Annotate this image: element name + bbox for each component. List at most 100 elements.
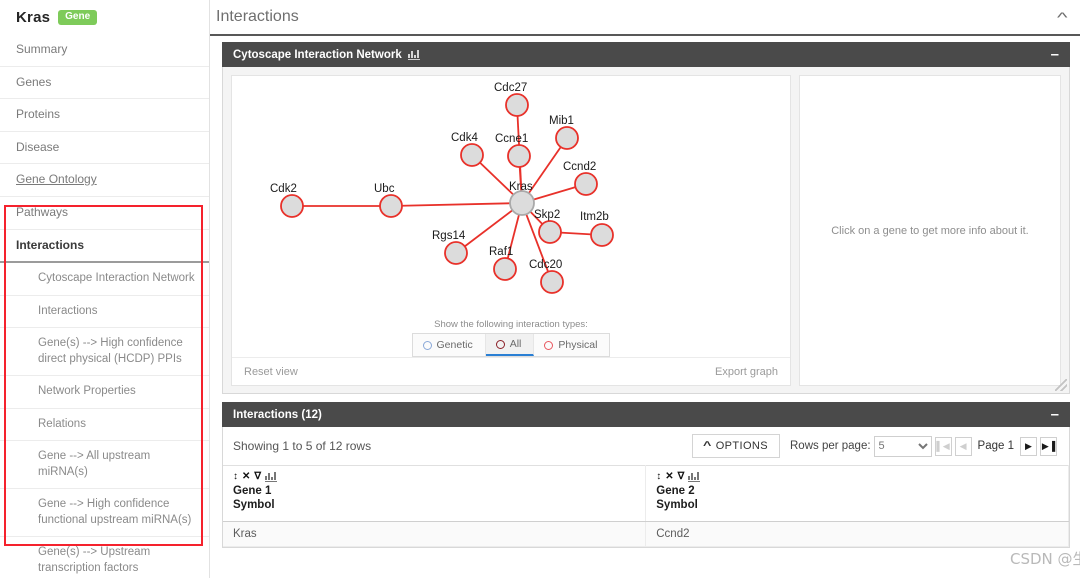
sidebar-item-pathways[interactable]: Pathways	[0, 197, 209, 230]
interactions-panel-title: Interactions (12)	[233, 408, 322, 421]
sidebar-item-label: Summary	[16, 42, 68, 56]
watermark: CSDN @生信了（公众号同名）	[1010, 550, 1080, 568]
sidebar-subitem-label: Cytoscape Interaction Network	[38, 272, 195, 285]
sidebar-subitem-network-properties[interactable]: Network Properties	[0, 376, 209, 409]
column-header-gene2[interactable]: ↕ ✕ ∇ Gene 2 Symbol	[645, 465, 1069, 522]
main-content: Interactions ^ Cytoscape Interaction Net…	[210, 0, 1080, 578]
network-canvas[interactable]: Kras Cdc27 Ccne1 Mib1 Cdk4 Cdk2 Ubc Ccnd2 Skp2 It…	[231, 75, 791, 386]
sort-icon[interactable]: ↕	[656, 472, 661, 482]
sidebar-subitem-cytoscape-interaction-network[interactable]: Cytoscape Interaction Network	[0, 263, 209, 296]
network-node[interactable]	[574, 172, 598, 196]
legend-button-all[interactable]: All	[485, 334, 535, 356]
table-toolbar: Showing 1 to 5 of 12 rows ^ OPTIONS Rows…	[223, 427, 1069, 465]
gene-type-badge: Gene	[58, 10, 98, 25]
legend-label: All	[509, 338, 522, 350]
cytoscape-panel-header: Cytoscape Interaction Network –	[222, 42, 1070, 67]
sidebar-subitem-interactions[interactable]: Interactions	[0, 296, 209, 329]
column-title-line1: Gene 1	[233, 485, 272, 497]
options-button-label: OPTIONS	[715, 440, 768, 452]
app-root: Kras Gene Summary Genes Proteins Disease…	[0, 0, 1080, 578]
sidebar-subitem-label: Gene(s) --> High confidence direct physi…	[38, 337, 183, 365]
network-node[interactable]	[493, 257, 517, 281]
network-node[interactable]	[555, 126, 579, 150]
network-node-label: Cdk2	[270, 183, 297, 195]
export-graph-button[interactable]: Export graph	[715, 366, 778, 378]
pagination-controls: Rows per page: 5102550100 ▌◀ ◀ Page 1 ▶ …	[790, 435, 1057, 457]
cell-gene1: Kras	[223, 521, 647, 547]
sidebar-subitem-upstream-transcription-factors[interactable]: Gene(s) --> Upstream transcription facto…	[0, 537, 209, 578]
network-footer: Reset view Export graph	[232, 357, 790, 385]
all-ring-icon	[495, 339, 505, 349]
sidebar-item-gene-ontology[interactable]: Gene Ontology	[0, 164, 209, 197]
sidebar-item-summary[interactable]: Summary	[0, 34, 209, 67]
sidebar-item-label: Proteins	[16, 107, 61, 122]
legend-button-genetic[interactable]: Genetic	[412, 334, 486, 356]
minimize-cytoscape-button[interactable]: –	[1051, 47, 1059, 62]
showing-rows-text: Showing 1 to 5 of 12 rows	[233, 439, 372, 453]
chart-icon[interactable]	[265, 472, 278, 482]
network-node-label: Cdk4	[451, 132, 478, 144]
network-node[interactable]	[379, 194, 403, 218]
sidebar-item-proteins[interactable]: Proteins	[0, 99, 209, 132]
network-node[interactable]	[540, 270, 564, 294]
legend-label: Genetic	[436, 339, 473, 351]
column-header-gene1[interactable]: ↕ ✕ ∇ Gene 1 Symbol	[223, 465, 647, 522]
chevron-up-icon[interactable]: ^	[1057, 10, 1068, 24]
network-node[interactable]	[505, 93, 529, 117]
sidebar-item-label: Gene Ontology	[16, 172, 97, 187]
gene-header: Kras Gene	[0, 0, 209, 34]
filter-icon[interactable]: ∇	[254, 472, 261, 482]
network-node[interactable]	[507, 144, 531, 168]
sidebar-subitem-label: Gene(s) --> Upstream transcription facto…	[38, 546, 151, 574]
chart-icon[interactable]	[688, 472, 701, 482]
network-node-label: Ccne1	[495, 133, 529, 145]
network-node[interactable]	[590, 223, 614, 247]
resize-grip[interactable]	[1055, 379, 1067, 391]
sidebar-item-label: Disease	[16, 139, 60, 154]
physical-ring-icon	[544, 340, 554, 350]
genetic-ring-icon	[422, 340, 432, 350]
chart-icon[interactable]	[407, 49, 420, 60]
minimize-interactions-button[interactable]: –	[1051, 407, 1059, 422]
sidebar: Kras Gene Summary Genes Proteins Disease…	[0, 0, 210, 578]
network-graph[interactable]: Kras Cdc27 Ccne1 Mib1 Cdk4 Cdk2 Ubc Ccnd2 Skp2 It…	[232, 76, 790, 323]
network-node[interactable]	[280, 194, 304, 218]
options-button[interactable]: ^ OPTIONS	[691, 434, 780, 458]
sidebar-subitem-all-upstream-mirna[interactable]: Gene --> All upstream miRNA(s)	[0, 441, 209, 490]
reset-view-button[interactable]: Reset view	[244, 366, 298, 378]
sidebar-item-interactions[interactable]: Interactions	[0, 230, 209, 264]
legend-button-physical[interactable]: Physical	[534, 334, 610, 356]
next-page-button[interactable]: ▶	[1020, 436, 1037, 456]
interactions-table-body: Kras Ccnd2	[223, 521, 1069, 547]
interactions-panel-body: Showing 1 to 5 of 12 rows ^ OPTIONS Rows…	[222, 427, 1070, 548]
network-node-label: Ccnd2	[563, 161, 597, 173]
page-header: Interactions ^	[210, 0, 1080, 36]
cell-gene2: Ccnd2	[645, 521, 1069, 547]
network-node-label: Kras	[509, 181, 533, 193]
page-indicator: Page 1	[977, 440, 1014, 452]
rows-per-page-select[interactable]: 5102550100	[873, 435, 932, 457]
interaction-type-legend: Show the following interaction types: Ge…	[232, 319, 790, 357]
sidebar-subitem-label: Gene --> All upstream miRNA(s)	[38, 450, 151, 478]
sidebar-subitem-relations[interactable]: Relations	[0, 409, 209, 442]
last-page-button[interactable]: ▶▐	[1040, 436, 1057, 456]
column-title-line1: Gene 2	[656, 485, 695, 497]
network-node[interactable]	[509, 190, 535, 216]
sidebar-subitem-label: Interactions	[38, 304, 98, 317]
prev-page-button[interactable]: ◀	[954, 436, 972, 456]
close-icon[interactable]: ✕	[242, 472, 250, 482]
sidebar-subitem-hc-functional-upstream-mirna[interactable]: Gene --> High confidence functional upst…	[0, 489, 209, 538]
first-page-button[interactable]: ▌◀	[934, 436, 952, 456]
sidebar-item-disease[interactable]: Disease	[0, 132, 209, 165]
network-node[interactable]	[444, 241, 468, 265]
filter-icon[interactable]: ∇	[678, 472, 685, 482]
sidebar-subitem-hcdp-ppis[interactable]: Gene(s) --> High confidence direct physi…	[0, 328, 209, 377]
network-edge	[390, 202, 523, 207]
column-header-icons: ↕ ✕ ∇	[656, 472, 1058, 482]
network-node[interactable]	[538, 220, 562, 244]
close-icon[interactable]: ✕	[665, 472, 673, 482]
sort-icon[interactable]: ↕	[233, 472, 238, 482]
sidebar-item-genes[interactable]: Genes	[0, 67, 209, 100]
table-row[interactable]: Kras Ccnd2	[223, 521, 1069, 547]
network-node[interactable]	[460, 143, 484, 167]
